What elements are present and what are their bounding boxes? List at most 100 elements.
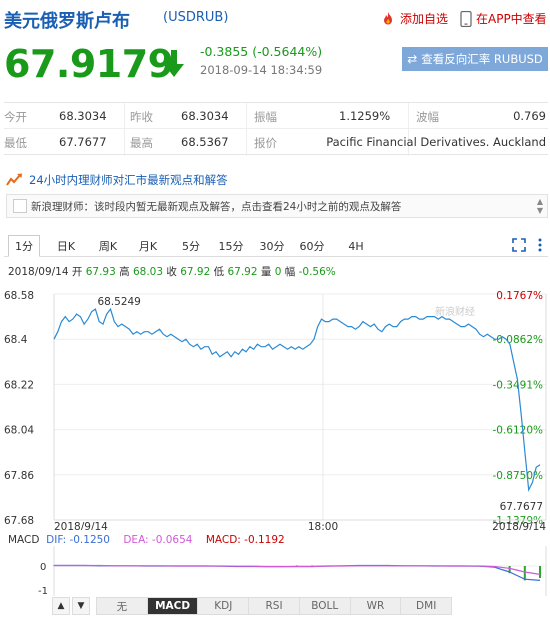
tab-1[interactable]: 日K	[50, 235, 82, 257]
tab-6[interactable]: 30分	[256, 235, 288, 257]
volatility-label: 波幅	[416, 110, 439, 124]
macd-label: MACD	[8, 534, 40, 546]
indicator-tabs: 无 MACD KDJ RSI BOLL WR DMI	[96, 597, 452, 615]
x-tick-label: 18:00	[308, 521, 338, 530]
y-tick-label: 68.04	[4, 425, 34, 437]
fullscreen-icon[interactable]	[512, 238, 526, 252]
stats-row: 最低 67.7677 最高 68.5367 报价 Pacific Financi…	[4, 129, 548, 155]
price-line	[53, 307, 541, 493]
high-annotation: 68.5249	[97, 296, 140, 308]
ohlc-volume: 0	[274, 266, 282, 278]
y-tick-label: 68.4	[4, 334, 28, 346]
indicator-tab-3[interactable]: RSI	[249, 598, 300, 614]
macd-header: MACD DIF: -0.1250 DEA: -0.0654 MACD: -0.…	[8, 534, 285, 546]
tab-5[interactable]: 15分	[215, 235, 247, 257]
macd-chart[interactable]: 0 -1	[0, 546, 550, 598]
low-annotation: 67.7677	[500, 501, 543, 513]
ohlc-vol-label: 量	[260, 266, 272, 278]
header: 美元俄罗斯卢布 (USDRUB) 添加自选 在APP中查看	[0, 0, 550, 38]
macd-dif: DIF: -0.1250	[46, 534, 110, 546]
y-tick-right-label: -0.0862%	[492, 334, 543, 346]
fire-icon	[384, 11, 392, 24]
tab-7[interactable]: 60分	[296, 235, 328, 257]
ohlc-close: 67.92	[180, 266, 211, 278]
y-tick-label: 67.86	[4, 470, 34, 482]
prev-close-label: 昨收	[130, 110, 153, 124]
macd-bar	[539, 566, 541, 578]
expert-message: 新浪理财师：该时段内暂无最新观点及解答，点击查看24小时之前的观点及解答	[31, 200, 402, 213]
volatility-value: 0.769	[513, 109, 546, 123]
indicator-tab-5[interactable]: WR	[351, 598, 402, 614]
y-tick-label: 67.68	[4, 515, 34, 527]
add-watch-button[interactable]: 添加自选	[380, 10, 448, 27]
ohlc-low: 67.92	[227, 266, 258, 278]
tab-3[interactable]: 月K	[132, 235, 164, 257]
expert-header[interactable]: 24小时内理财师对汇市最新观点和解答	[6, 172, 228, 188]
phone-icon	[460, 10, 472, 27]
tab-0[interactable]: 1分	[8, 235, 40, 257]
quote-source-value: Pacific Financial Derivatives. Auckland	[326, 135, 546, 149]
expert-message-box[interactable]: 新浪理财师：该时段内暂无最新观点及解答，点击查看24小时之前的观点及解答 ▲ ▼	[6, 194, 548, 218]
y-tick-label: 68.22	[4, 379, 34, 391]
more-icon[interactable]	[538, 238, 542, 252]
add-watch-label: 添加自选	[400, 12, 449, 26]
high-value: 68.5367	[181, 135, 229, 149]
open-label: 今开	[4, 110, 27, 124]
reverse-rate-label: 查看反向汇率 RUBUSD	[421, 52, 543, 66]
macd-value: MACD: -0.1192	[205, 534, 285, 546]
scroll-up-button[interactable]: ▲	[52, 597, 70, 615]
amplitude-label: 振幅	[254, 110, 277, 124]
tab-icons	[512, 238, 542, 252]
tab-2[interactable]: 周K	[92, 235, 124, 257]
indicator-tab-2[interactable]: KDJ	[198, 598, 250, 614]
quote-source-label: 报价	[254, 136, 277, 150]
reverse-rate-button[interactable]: ⇄ 查看反向汇率 RUBUSD	[402, 47, 548, 71]
y-tick-label: 68.58	[4, 290, 34, 302]
ohlc-open: 67.93	[85, 266, 116, 278]
y-tick-right-label: -0.6120%	[492, 425, 543, 437]
indicator-tab-1[interactable]: MACD	[147, 598, 199, 614]
macd-dea: DEA: -0.0654	[123, 534, 193, 546]
dea-line	[54, 564, 541, 575]
period-tabs: 1分 日K 周K 月K 5分 15分 30分 60分 4H	[4, 235, 548, 257]
ohlc-amplitude: -0.56%	[298, 266, 336, 278]
price-chart[interactable]: 68.58 0.1767%68.4 -0.0862%68.22 -0.3491%68.…	[0, 280, 550, 530]
ohlc-close-label: 收	[166, 266, 177, 278]
page: 美元俄罗斯卢布 (USDRUB) 添加自选 在APP中查看 67.9179 -0…	[0, 0, 550, 619]
low-label: 最低	[4, 136, 27, 150]
x-tick-label: 2018/9/14	[492, 521, 546, 530]
watermark: 新浪财经	[435, 305, 475, 318]
x-tick-label: 2018/9/14	[54, 521, 108, 530]
ohlc-high-label: 高	[119, 266, 130, 278]
expert-title: 24小时内理财师对汇市最新观点和解答	[29, 173, 228, 187]
stats-table: 今开 68.3034 昨收 68.3034 振幅 1.1259% 波幅 0.76…	[4, 102, 548, 156]
avatar	[13, 199, 27, 213]
trend-icon	[6, 173, 22, 186]
indicator-tab-6[interactable]: DMI	[401, 598, 451, 614]
indicator-tab-4[interactable]: BOLL	[300, 598, 351, 614]
scroll-down-button[interactable]: ▼	[72, 597, 90, 615]
stats-row: 今开 68.3034 昨收 68.3034 振幅 1.1259% 波幅 0.76…	[4, 103, 548, 129]
open-value: 68.3034	[59, 109, 107, 123]
quote-panel: 67.9179 -0.3855 (-0.5644%) 2018-09-14 18…	[0, 38, 550, 90]
down-arrow-icon	[164, 50, 184, 77]
price-change: -0.3855 (-0.5644%)	[200, 44, 323, 59]
tab-4[interactable]: 5分	[175, 235, 207, 257]
scroll-arrows-icon[interactable]: ▲ ▼	[537, 197, 543, 215]
ohlc-low-label: 低	[213, 266, 225, 278]
quote-timestamp: 2018-09-14 18:34:59	[200, 63, 323, 77]
instrument-name: 美元俄罗斯卢布	[4, 11, 130, 32]
swap-arrows-icon: ⇄	[407, 52, 418, 66]
low-value: 67.7677	[59, 135, 107, 149]
indicator-tab-0[interactable]: 无	[97, 598, 148, 614]
macd-y-tick: 0	[40, 562, 46, 573]
high-label: 最高	[130, 136, 153, 150]
ohlc-amp-label: 幅	[284, 266, 296, 278]
open-app-button[interactable]: 在APP中查看	[460, 10, 547, 27]
ohlc-date: 2018/09/14	[8, 266, 69, 278]
amplitude-value: 1.1259%	[339, 109, 391, 123]
instrument-code: (USDRUB)	[163, 10, 229, 25]
tab-8[interactable]: 4H	[340, 235, 372, 257]
ohlc-high: 68.03	[132, 266, 164, 278]
dif-line	[54, 564, 541, 581]
